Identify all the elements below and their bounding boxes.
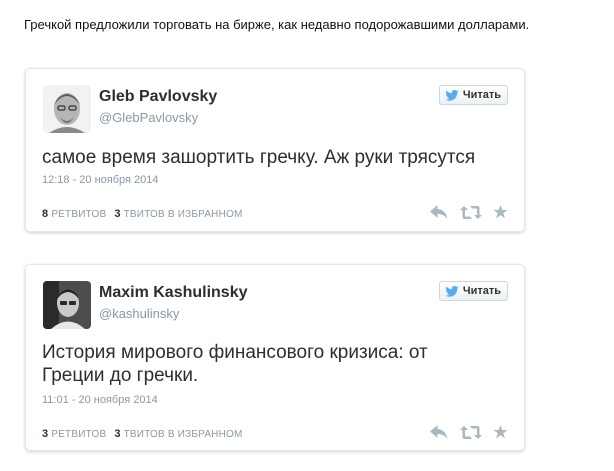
retweet-count[interactable]: 3 ретвитов <box>42 428 106 440</box>
tweet-timestamp[interactable]: 11:01 - 20 ноября 2014 <box>42 394 158 406</box>
tweet-text: самое время зашортить гречку. Аж руки тр… <box>42 147 476 168</box>
follow-button[interactable]: Читать <box>438 281 508 301</box>
retweet-count[interactable]: 8 ретвитов <box>42 208 106 220</box>
favorite-icon[interactable] <box>493 425 508 440</box>
tweet-timestamp[interactable]: 12:18 - 20 ноября 2014 <box>42 174 159 186</box>
avatar-photo-maxim <box>43 281 91 329</box>
tweet-stats: 8 ретвитов 3 твитов в избранном <box>42 208 243 220</box>
favorite-count[interactable]: 3 твитов в избранном <box>114 208 242 220</box>
tweet-stats: 3 ретвитов 3 твитов в избранном <box>42 428 243 440</box>
tweet-actions <box>430 205 508 220</box>
favorite-count[interactable]: 3 твитов в избранном <box>114 428 242 440</box>
screen-name[interactable]: @GlebPavlovsky <box>99 110 198 125</box>
user-name[interactable]: Maxim Kashulinsky <box>99 284 248 302</box>
follow-button-label: Читать <box>462 285 501 297</box>
embedded-tweet-card: Gleb Pavlovsky @GlebPavlovsky Читать сам… <box>25 68 525 232</box>
twitter-bird-icon <box>445 89 459 101</box>
reply-icon[interactable] <box>430 425 449 440</box>
avatar-photo-gleb <box>43 85 91 133</box>
embedded-tweet-card: Maxim Kashulinsky @kashulinsky Читать Ис… <box>25 264 525 451</box>
article-intro-text: Гречкой предложили торговать на бирже, к… <box>24 17 530 32</box>
favorite-icon[interactable] <box>493 205 508 220</box>
tweet-actions <box>430 425 508 440</box>
avatar[interactable] <box>43 281 91 329</box>
screen-name[interactable]: @kashulinsky <box>99 306 179 321</box>
follow-button[interactable]: Читать <box>438 85 508 105</box>
retweet-icon[interactable] <box>460 425 482 440</box>
tweet-text: История мирового финансового кризиса: от… <box>42 342 428 386</box>
reply-icon[interactable] <box>430 205 449 220</box>
avatar[interactable] <box>43 85 91 133</box>
follow-button-label: Читать <box>462 89 501 101</box>
user-name[interactable]: Gleb Pavlovsky <box>99 88 217 106</box>
twitter-bird-icon <box>445 285 459 297</box>
retweet-icon[interactable] <box>460 205 482 220</box>
